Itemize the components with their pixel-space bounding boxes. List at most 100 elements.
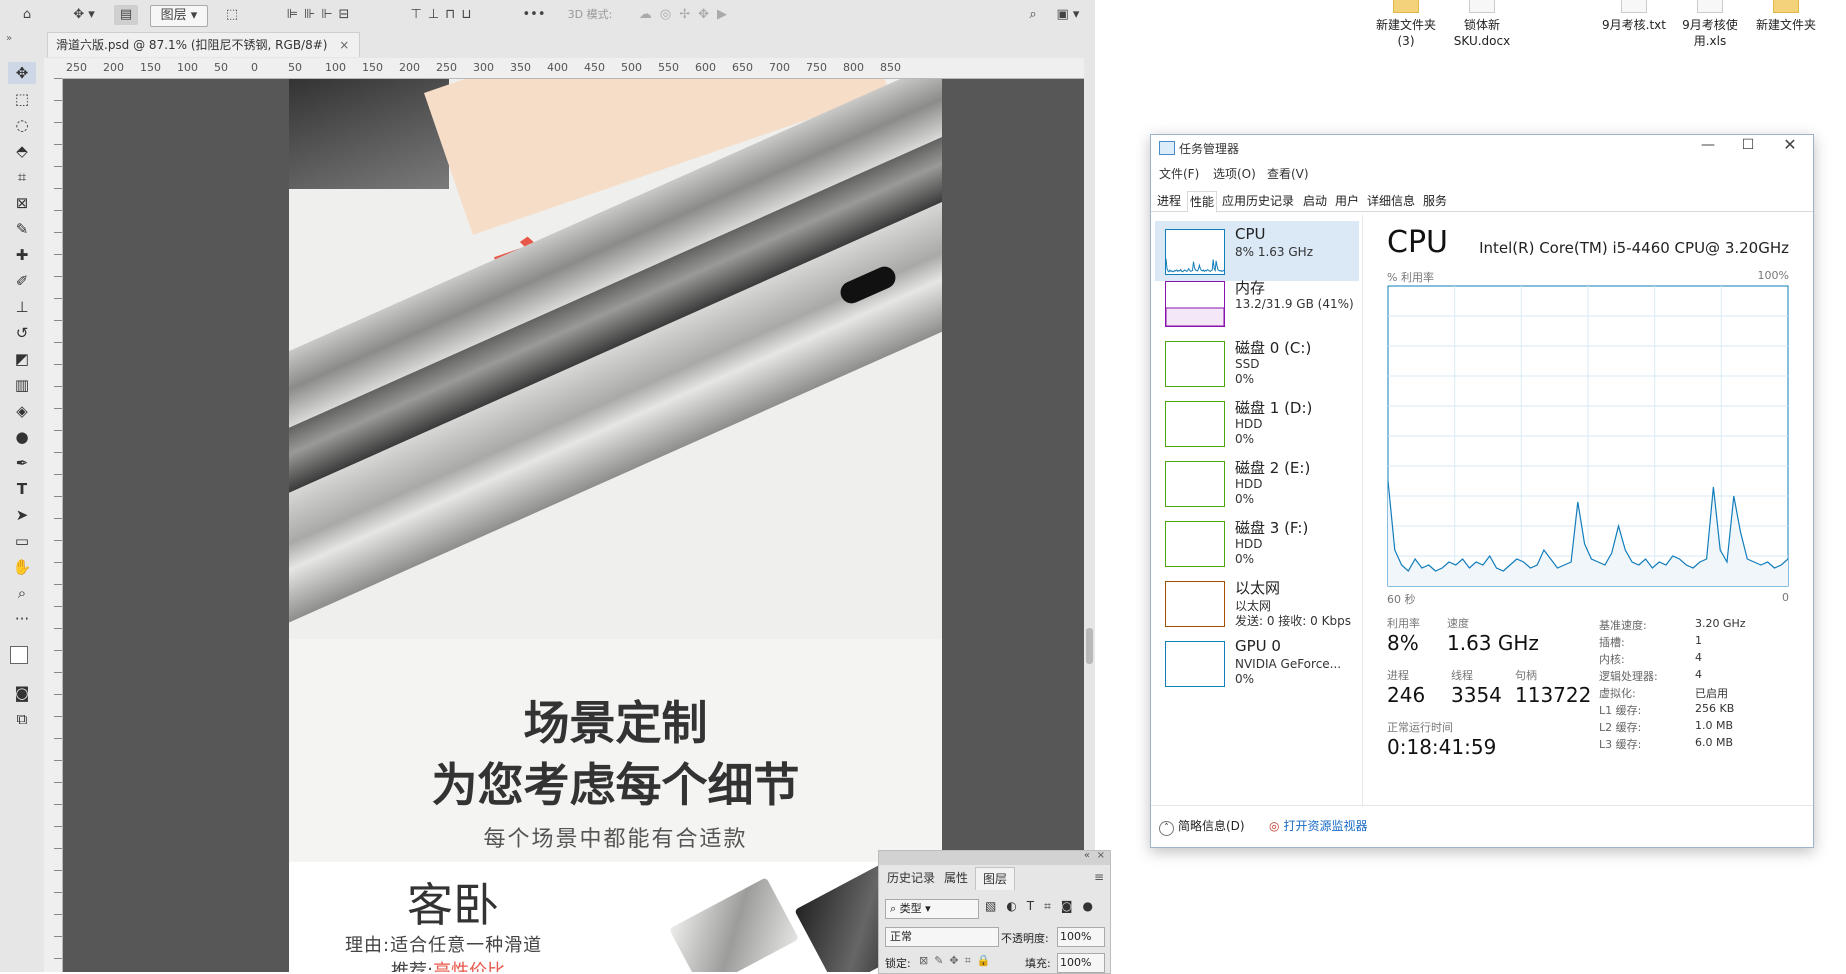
tab-performance[interactable]: 性能 bbox=[1187, 191, 1217, 213]
move-tool-icon[interactable]: ✥ bbox=[8, 62, 36, 84]
home-icon[interactable]: ⌂ bbox=[16, 5, 38, 25]
screen-mode-icon[interactable]: ⧉ bbox=[8, 708, 36, 730]
sidebar-item-name: 磁盘 2 (E:) bbox=[1235, 459, 1311, 477]
spec-label: 内核: bbox=[1599, 653, 1625, 666]
desktop-icon-xls[interactable]: 9月考核使用.xls bbox=[1668, 0, 1752, 49]
crop-tool-icon[interactable]: ⌗ bbox=[8, 166, 36, 188]
menu-file[interactable]: 文件(F) bbox=[1159, 165, 1199, 182]
panel-menu-icon[interactable]: ≡ bbox=[1094, 870, 1104, 884]
path-select-icon[interactable]: ➤ bbox=[8, 504, 36, 526]
quick-mask-icon[interactable]: ◙ bbox=[8, 682, 36, 704]
move-tool-options-icon[interactable]: ✥ ▾ bbox=[64, 5, 104, 25]
spec-value: 256 KB bbox=[1695, 702, 1735, 715]
dodge-tool-icon[interactable]: ● bbox=[8, 426, 36, 448]
align-icons[interactable]: ⊫⊪⊩⊟ bbox=[266, 5, 376, 25]
ruler-tick-mark bbox=[54, 870, 62, 871]
desktop-icon-txt[interactable]: 9月考核.txt bbox=[1594, 0, 1674, 33]
frame-tool-icon[interactable]: ⊠ bbox=[8, 192, 36, 214]
sidebar-item-8[interactable]: GPU 0 NVIDIA GeForce... 0% bbox=[1155, 633, 1359, 693]
desktop-icon-label: 新建文件夹 (3) bbox=[1375, 18, 1436, 48]
more-options-button[interactable]: ••• bbox=[520, 5, 548, 25]
marquee-tool-icon[interactable]: ⬚ bbox=[8, 88, 36, 110]
eraser-tool-icon[interactable]: ◩ bbox=[8, 348, 36, 370]
collapse-toolbar-icon[interactable]: » bbox=[6, 33, 12, 44]
hand-tool-icon[interactable]: ✋ bbox=[8, 556, 36, 578]
zoom-tool-icon[interactable]: ⌕ bbox=[8, 582, 36, 604]
sidebar-item-2[interactable]: 内存 13.2/31.9 GB (41%) bbox=[1155, 273, 1359, 333]
sidebar-item-detail: 8% 1.63 GHz bbox=[1235, 245, 1314, 259]
fewer-details-button[interactable]: ˄ 简略信息(D) bbox=[1159, 817, 1245, 836]
brush-tool-icon[interactable]: ✐ bbox=[8, 270, 36, 292]
foreground-color-swatch[interactable] bbox=[10, 646, 28, 664]
healing-brush-icon[interactable]: ✚ bbox=[8, 244, 36, 266]
ruler-tick-label: 200 bbox=[399, 61, 420, 74]
tab-details[interactable]: 详细信息 bbox=[1365, 191, 1417, 211]
desktop-icon-docx[interactable]: 锁体新 SKU.docx bbox=[1442, 0, 1522, 49]
eyedropper-tool-icon[interactable]: ✎ bbox=[8, 218, 36, 240]
quick-select-tool-icon[interactable]: ⬘ bbox=[8, 140, 36, 162]
lasso-tool-icon[interactable]: ◌ bbox=[8, 114, 36, 136]
handles-value: 113722 bbox=[1515, 683, 1592, 707]
open-resource-monitor-link[interactable]: ◎ 打开资源监视器 bbox=[1269, 817, 1368, 834]
menu-view[interactable]: 查看(V) bbox=[1267, 165, 1309, 182]
thumbnail-sparkline bbox=[1166, 522, 1224, 566]
menu-options[interactable]: 选项(O) bbox=[1213, 165, 1256, 182]
tools-panel: ✥ ⬚ ◌ ⬘ ⌗ ⊠ ✎ ✚ ✐ ⊥ ↺ ◩ ▥ ◈ ● ✒ T ➤ ▭ ✋ … bbox=[0, 58, 45, 972]
speed-value: 1.63 GHz bbox=[1447, 631, 1539, 655]
tab-users[interactable]: 用户 bbox=[1333, 191, 1361, 211]
sidebar-item-3[interactable]: 磁盘 0 (C:) SSD 0% bbox=[1155, 333, 1359, 393]
blur-tool-icon[interactable]: ◈ bbox=[8, 400, 36, 422]
sidebar-item-6[interactable]: 磁盘 3 (F:) HDD 0% bbox=[1155, 513, 1359, 573]
ruler-tick-label: 300 bbox=[473, 61, 494, 74]
vertical-scrollbar[interactable] bbox=[1084, 58, 1095, 972]
blend-mode-select[interactable]: 正常 bbox=[885, 927, 999, 947]
tab-layers[interactable]: 图层 bbox=[975, 867, 1015, 890]
transform-controls-icon[interactable]: ⬚ bbox=[220, 5, 244, 25]
minimize-icon[interactable]: — bbox=[1693, 137, 1723, 153]
tab-history[interactable]: 历史记录 bbox=[885, 867, 937, 889]
3d-mode-icons[interactable]: ☁◎✢✥▶ bbox=[622, 5, 752, 25]
fill-input[interactable]: 100% bbox=[1057, 953, 1105, 973]
stamp-tool-icon[interactable]: ⊥ bbox=[8, 296, 36, 318]
tab-processes[interactable]: 进程 bbox=[1155, 191, 1183, 211]
sidebar-item-7[interactable]: 以太网 以太网 发送: 0 接收: 0 Kbps bbox=[1155, 573, 1359, 633]
panel-collapse-icon[interactable]: « bbox=[1084, 850, 1090, 861]
close-icon[interactable]: ✕ bbox=[1773, 135, 1807, 154]
search-icon[interactable]: ⌕ bbox=[1022, 5, 1044, 25]
desktop-icon-folder[interactable]: 新建文件夹 bbox=[1746, 0, 1826, 33]
workspace-icon[interactable]: ▣ ▾ bbox=[1050, 5, 1086, 25]
panel-close-icon[interactable]: × bbox=[1097, 850, 1105, 861]
history-brush-icon[interactable]: ↺ bbox=[8, 322, 36, 344]
layer-filter-select[interactable]: ⌕ 类型 ▾ bbox=[885, 899, 979, 919]
opacity-input[interactable]: 100% bbox=[1057, 927, 1105, 947]
ruler-tick-mark bbox=[54, 364, 62, 365]
tab-services[interactable]: 服务 bbox=[1421, 191, 1449, 211]
auto-select-dropdown[interactable]: 图层 ▾ bbox=[150, 5, 208, 27]
document-tab[interactable]: 滑道六版.psd @ 87.1% (扣阻尼不锈钢, RGB/8#) × bbox=[47, 32, 361, 57]
tab-app-history[interactable]: 应用历史记录 bbox=[1219, 191, 1297, 211]
opacity-value: 100% bbox=[1060, 930, 1092, 943]
rectangle-tool-icon[interactable]: ▭ bbox=[8, 530, 36, 552]
maximize-icon[interactable]: ☐ bbox=[1733, 137, 1763, 153]
pen-tool-icon[interactable]: ✒ bbox=[8, 452, 36, 474]
sidebar-item-4[interactable]: 磁盘 1 (D:) HDD 0% bbox=[1155, 393, 1359, 453]
sidebar-item-1[interactable]: CPU 8% 1.63 GHz bbox=[1155, 221, 1359, 281]
document-canvas[interactable]: 宽4.5cm 场景定制 为您考虑每个细节 每个场景中都能有合适款 客卧 理由:适… bbox=[289, 79, 942, 972]
type-tool-icon[interactable]: T bbox=[8, 478, 36, 500]
layer-filter-icons[interactable]: ▧◐T⌗◙● bbox=[985, 899, 1105, 914]
tab-properties[interactable]: 属性 bbox=[939, 867, 973, 889]
gradient-tool-icon[interactable]: ▥ bbox=[8, 374, 36, 396]
photoshop-window: ⌂ ✥ ▾ ▤ 图层 ▾ ⬚ ⊫⊪⊩⊟ ⊤⊥⊓⊔ ••• 3D 模式: ☁◎✢✥… bbox=[0, 0, 1111, 974]
ruler-tick-mark bbox=[54, 430, 62, 431]
tab-startup[interactable]: 启动 bbox=[1301, 191, 1329, 211]
desktop-icon-folder-3[interactable]: 新建文件夹 (3) bbox=[1366, 0, 1446, 49]
auto-select-icon[interactable]: ▤ bbox=[114, 5, 138, 25]
lock-icons[interactable]: ⊠✎✥⌗🔒 bbox=[919, 954, 997, 968]
document-tab-close-icon[interactable]: × bbox=[339, 38, 349, 52]
canvas-area[interactable]: 宽4.5cm 场景定制 为您考虑每个细节 每个场景中都能有合适款 客卧 理由:适… bbox=[63, 79, 1085, 972]
sidebar-item-5[interactable]: 磁盘 2 (E:) HDD 0% bbox=[1155, 453, 1359, 513]
scrollbar-thumb[interactable] bbox=[1086, 628, 1093, 664]
distribute-icons[interactable]: ⊤⊥⊓⊔ bbox=[394, 5, 494, 25]
thumbnail-sparkline bbox=[1166, 642, 1224, 686]
edit-toolbar-icon[interactable]: ··· bbox=[8, 608, 36, 630]
